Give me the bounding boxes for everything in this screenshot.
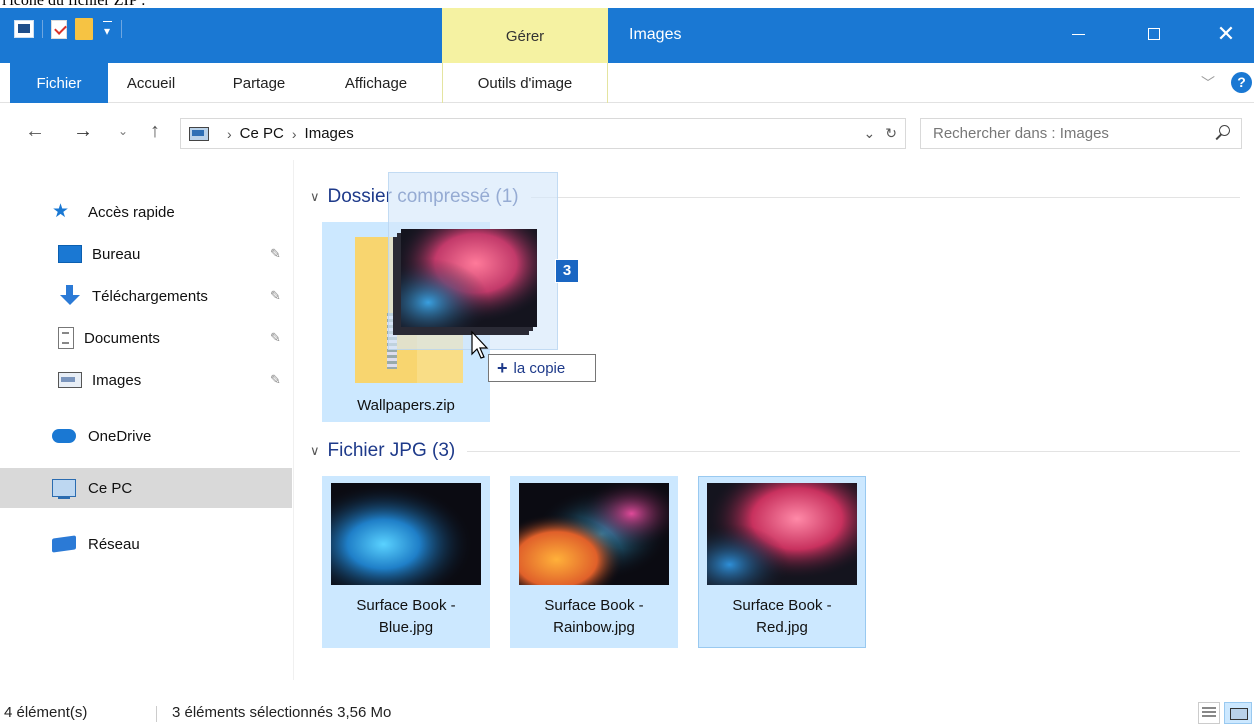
window-title: Images	[629, 26, 682, 43]
status-divider	[156, 706, 157, 722]
sidebar-item-network[interactable]: Réseau	[0, 524, 292, 564]
sidebar-item-label: Images	[92, 371, 142, 389]
breadcrumb-images[interactable]: Images	[305, 125, 354, 142]
maximize-button[interactable]	[1126, 16, 1182, 52]
file-item-jpg-blue[interactable]: Surface Book - Blue.jpg	[322, 476, 490, 648]
tab-file[interactable]: Fichier	[10, 63, 108, 103]
sidebar-item-onedrive[interactable]: OneDrive	[0, 416, 292, 456]
file-name: Surface Book - Blue.jpg	[356, 597, 456, 636]
file-name: Surface Book - Red.jpg	[732, 597, 832, 636]
pin-icon[interactable]: ✎	[270, 372, 281, 388]
collapse-chevron-icon[interactable]: ∨	[310, 189, 320, 205]
downloads-icon	[58, 285, 82, 307]
tab-home[interactable]: Accueil	[108, 63, 194, 103]
search-input[interactable]: Rechercher dans : Images	[920, 118, 1242, 149]
sidebar-item-label: Ce PC	[88, 479, 133, 497]
address-bar[interactable]: › Ce PC › Images ⌄ ↻	[180, 118, 906, 149]
drag-thumbnail	[401, 229, 537, 327]
sidebar-item-documents[interactable]: Documents ✎	[0, 318, 292, 358]
item-count: 4 élément(s)	[4, 704, 88, 721]
customize-toolbar-chevron-icon[interactable]: ▾	[101, 20, 113, 38]
minimize-button[interactable]	[1050, 16, 1106, 52]
refresh-icon[interactable]: ↻	[885, 125, 897, 142]
drag-preview: 3	[388, 172, 579, 350]
file-list: ∨ Dossier compressé (1) Wallpapers.zip	[296, 160, 1254, 680]
this-pc-icon	[189, 126, 209, 141]
documents-icon	[58, 327, 74, 349]
close-button[interactable]: ✕	[1198, 16, 1254, 52]
tab-view[interactable]: Affichage	[324, 63, 428, 103]
expand-ribbon-chevron-icon[interactable]: ﹀	[1198, 73, 1218, 93]
computer-icon	[52, 479, 76, 499]
new-folder-icon[interactable]	[75, 18, 93, 40]
image-thumbnail	[331, 483, 481, 585]
drag-action-label: la copie	[513, 359, 566, 377]
tab-share[interactable]: Partage	[214, 63, 304, 103]
properties-icon[interactable]	[14, 20, 34, 38]
details-view-icon[interactable]	[1198, 702, 1220, 724]
image-thumbnail	[707, 483, 857, 585]
breadcrumb-this-pc[interactable]: Ce PC	[240, 125, 284, 142]
breadcrumb-separator-icon[interactable]: ›	[292, 126, 297, 142]
group-divider	[530, 196, 1240, 198]
network-icon	[52, 535, 76, 553]
pin-icon[interactable]: ✎	[270, 330, 281, 346]
ribbon-tab-bar: Fichier Accueil Partage Affichage Outils…	[0, 63, 1254, 103]
quick-access-toolbar: ▾	[14, 16, 122, 42]
pictures-icon	[58, 372, 82, 388]
sidebar-item-downloads[interactable]: Téléchargements ✎	[0, 276, 292, 316]
group-divider	[467, 450, 1240, 452]
large-icons-view-icon[interactable]	[1224, 702, 1252, 724]
tab-picture-tools[interactable]: Outils d'image	[442, 63, 608, 103]
properties-check-icon[interactable]	[51, 19, 67, 39]
title-bar: ▾ Gérer Images ✕	[0, 8, 1254, 63]
sidebar-item-label: OneDrive	[88, 427, 152, 445]
desktop-icon	[58, 245, 82, 263]
status-bar: 4 élément(s) 3 éléments sélectionnés 3,5…	[0, 700, 1254, 726]
pin-icon[interactable]: ✎	[270, 288, 281, 304]
collapse-chevron-icon[interactable]: ∨	[310, 443, 320, 459]
sidebar-item-label: Téléchargements	[92, 287, 208, 305]
toolbar-separator	[42, 20, 43, 38]
help-icon[interactable]: ?	[1231, 72, 1252, 93]
address-history-chevron-icon[interactable]: ⌄	[864, 125, 876, 142]
plus-icon: +	[497, 357, 508, 378]
file-item-jpg-red[interactable]: Surface Book - Red.jpg	[698, 476, 866, 648]
forward-arrow-icon[interactable]: →	[70, 118, 96, 144]
navigation-bar: ← → ⌄ ↑ › Ce PC › Images ⌄ ↻ Rechercher …	[0, 104, 1254, 160]
group-title: Fichier JPG (3)	[327, 440, 456, 461]
search-icon[interactable]	[1215, 125, 1231, 141]
image-thumbnail	[519, 483, 669, 585]
file-name: Surface Book - Rainbow.jpg	[544, 597, 644, 636]
sidebar-item-label: Documents	[84, 329, 160, 347]
sidebar-item-desktop[interactable]: Bureau ✎	[0, 234, 292, 274]
breadcrumb-separator-icon[interactable]: ›	[227, 126, 232, 142]
sidebar-item-quick-access[interactable]: ★ Accès rapide	[0, 192, 292, 232]
up-arrow-icon[interactable]: ↑	[142, 118, 168, 144]
cloud-icon	[52, 429, 76, 443]
file-item-jpg-rainbow[interactable]: Surface Book - Rainbow.jpg	[510, 476, 678, 648]
pin-icon[interactable]: ✎	[270, 246, 281, 262]
drag-copy-tooltip: + la copie	[488, 354, 596, 382]
selection-info: 3 éléments sélectionnés 3,56 Mo	[172, 704, 392, 721]
sidebar-item-pictures[interactable]: Images ✎	[0, 360, 292, 400]
navigation-pane: ★ Accès rapide Bureau ✎ Téléchargements …	[0, 160, 294, 680]
file-name: Wallpapers.zip	[357, 397, 455, 414]
star-icon: ★	[52, 201, 70, 222]
tab-manage[interactable]: Gérer	[442, 8, 608, 63]
toolbar-separator	[121, 20, 122, 38]
sidebar-item-label: Réseau	[88, 535, 140, 553]
drag-count-badge: 3	[555, 259, 579, 283]
group-header-jpg[interactable]: ∨ Fichier JPG (3)	[310, 438, 1240, 464]
recent-locations-chevron-icon[interactable]: ⌄	[110, 118, 136, 144]
search-placeholder: Rechercher dans : Images	[933, 125, 1109, 142]
back-arrow-icon[interactable]: ←	[22, 118, 48, 144]
sidebar-item-label: Accès rapide	[88, 203, 175, 221]
sidebar-item-this-pc[interactable]: Ce PC	[0, 468, 292, 508]
page-caption-fragment: l'icône du fichier ZIP :	[0, 0, 1254, 8]
sidebar-item-label: Bureau	[92, 245, 141, 263]
